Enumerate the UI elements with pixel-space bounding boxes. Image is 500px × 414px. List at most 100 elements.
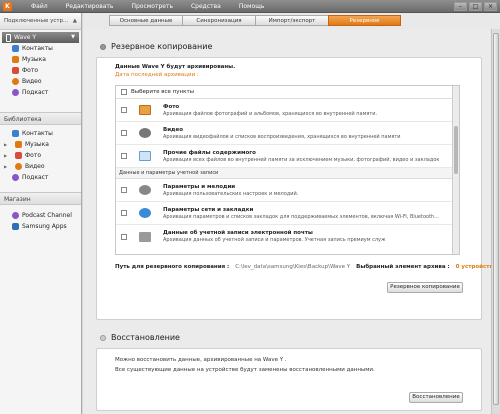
sidebar-item-device-music[interactable]: Музыка	[0, 54, 81, 65]
item-title: Данные об учетной записи электронной поч…	[163, 230, 313, 236]
window-controls: – □ ×	[454, 2, 497, 11]
main-scrollbar-thumb[interactable]	[493, 33, 499, 405]
item-title: Параметры и мелодии	[163, 183, 236, 190]
item-description: Архивация параметров и списков закладок …	[163, 213, 439, 220]
selected-label: Выбранный элемент архива :	[356, 264, 450, 270]
backup-button[interactable]: Резервное копирование	[387, 282, 463, 293]
chevron-down-icon[interactable]: ▼	[71, 32, 75, 43]
item-checkbox[interactable]	[121, 130, 127, 136]
expand-arrow-icon[interactable]: ▶	[4, 153, 10, 158]
sidebar-item-library-music[interactable]: ▶ Музыка	[0, 139, 81, 150]
sidebar-item-device-photo[interactable]: Фото	[0, 65, 81, 76]
item-title: Фото	[163, 103, 180, 110]
podcast-icon	[12, 174, 19, 181]
path-label: Путь для резервного копирования :	[115, 264, 230, 270]
item-title: Параметры сети и закладки	[163, 206, 254, 213]
restore-info-line1: Можно восстановить данные, архивированны…	[115, 357, 287, 363]
menu-view[interactable]: Просмотреть	[122, 0, 182, 13]
sidebar-item-label: Контакты	[22, 130, 53, 137]
sidebar-item-label: Podcast Channel	[22, 212, 72, 219]
sidebar-item-label: Фото	[22, 67, 39, 74]
backup-item-list: Выберите все пункты Фото Архивация файлов…	[115, 85, 460, 255]
close-icon[interactable]: ×	[484, 2, 497, 11]
sidebar-item-library-podcast[interactable]: Подкаст	[0, 172, 81, 183]
kies-logo-icon: K	[3, 2, 12, 11]
item-description: Архивация видеофайлов и списков воспроиз…	[163, 133, 401, 140]
tab-import-export[interactable]: Импорт/экспорт	[255, 15, 328, 26]
item-checkbox[interactable]	[121, 233, 127, 240]
music-icon	[12, 56, 19, 63]
list-item[interactable]: Параметры сети и закладки Архивация парам…	[116, 202, 459, 225]
phone-icon	[6, 33, 11, 42]
item-checkbox[interactable]	[121, 107, 127, 113]
item-checkbox[interactable]	[121, 210, 127, 216]
podcast-icon	[12, 89, 19, 96]
menu-help[interactable]: Помощь	[230, 0, 274, 13]
sidebar-item-device-podcast[interactable]: Подкаст	[0, 87, 81, 98]
item-description: Архивация всех файлов во внутренней памя…	[163, 156, 440, 163]
select-all-row[interactable]: Выберите все пункты	[116, 86, 459, 99]
samsung-apps-icon	[12, 223, 19, 230]
music-icon	[15, 141, 22, 148]
sidebar-item-label: Samsung Apps	[22, 223, 67, 230]
tab-basic-info[interactable]: Основные данные	[109, 15, 182, 26]
devices-header[interactable]: Подключенные устр... ▲	[0, 13, 81, 30]
menu-edit[interactable]: Редактировать	[57, 0, 123, 13]
content-area: Резервное копирование Данные Wave Y буду…	[83, 29, 497, 414]
expand-arrow-icon[interactable]: ▶	[4, 142, 10, 147]
sidebar-item-samsung-apps[interactable]: Samsung Apps	[0, 221, 81, 232]
sidebar-item-library-photo[interactable]: ▶ Фото	[0, 150, 81, 161]
list-scrollbar[interactable]	[452, 86, 459, 254]
sidebar-item-label: Подкаст	[22, 89, 49, 96]
list-item[interactable]: Фото Архивация файлов фотографий и альбом…	[116, 99, 459, 122]
main-scrollbar[interactable]	[491, 29, 500, 414]
main-area: Основные данные Синхронизация Импорт/экс…	[83, 13, 500, 414]
sidebar-item-label: Видео	[25, 163, 45, 170]
sidebar-item-label: Видео	[22, 78, 42, 85]
expand-arrow-icon[interactable]: ▶	[4, 164, 10, 169]
item-checkbox[interactable]	[121, 187, 127, 193]
minimize-icon[interactable]: –	[454, 2, 467, 11]
tab-backup-restore[interactable]: Резервное копирование/восс	[328, 15, 401, 34]
item-checkbox[interactable]	[121, 153, 127, 159]
sidebar-item-library-video[interactable]: ▶ Видео	[0, 161, 81, 172]
select-all-label: Выберите все пункты	[131, 89, 195, 95]
sidebar-item-label: Фото	[25, 152, 42, 159]
backup-section-title: Резервное копирование	[100, 42, 212, 51]
maximize-icon[interactable]: □	[469, 2, 482, 11]
network-globe-icon	[139, 208, 151, 218]
sidebar-item-label: Музыка	[25, 141, 49, 148]
photo-icon	[15, 152, 22, 159]
collapse-arrow-icon[interactable]: ▲	[73, 13, 77, 30]
list-item[interactable]: Данные об учетной записи электронной поч…	[116, 225, 459, 248]
backup-title-label: Резервное копирование	[111, 42, 213, 51]
list-item[interactable]: Прочие файлы содержимого Архивация всех ф…	[116, 145, 459, 168]
group-label: Данные и параметры учетной записи	[116, 168, 459, 179]
sidebar-item-device-video[interactable]: Видео	[0, 76, 81, 87]
list-scrollbar-thumb[interactable]	[454, 126, 458, 174]
menu-file[interactable]: Файл	[22, 0, 57, 13]
restore-button[interactable]: Восстановление	[409, 392, 463, 403]
list-item[interactable]: Видео Архивация видеофайлов и списков вос…	[116, 122, 459, 145]
item-description: Архивация файлов фотографий и альбомов, …	[163, 110, 378, 117]
menu-tools[interactable]: Средства	[182, 0, 230, 13]
sidebar-item-library-contacts[interactable]: Контакты	[0, 128, 81, 139]
menu-bar: Файл Редактировать Просмотреть Средства …	[22, 0, 273, 13]
title-bar: K Файл Редактировать Просмотреть Средств…	[0, 0, 500, 13]
library-header: Библиотека	[0, 112, 81, 125]
restore-info-line2: Все существующие данные на устройстве бу…	[115, 367, 375, 373]
sidebar-item-label: Музыка	[22, 56, 46, 63]
list-item[interactable]: Параметры и мелодии Архивация пользовател…	[116, 179, 459, 202]
sidebar-item-device-contacts[interactable]: Контакты	[0, 43, 81, 54]
tab-bar: Основные данные Синхронизация Импорт/экс…	[109, 15, 401, 34]
will-archive-text: Данные Wave Y будут архивированы.	[115, 64, 236, 70]
sidebar-item-podcast-channel[interactable]: Podcast Channel	[0, 210, 81, 221]
device-item[interactable]: Wave Y ▼	[2, 32, 79, 43]
path-value[interactable]: C:\lev_data\samsung\Kies\Backup\Wave Y	[235, 264, 350, 270]
item-title: Видео	[163, 126, 183, 133]
item-description: Архивация пользовательских настроек и ме…	[163, 190, 299, 197]
tab-sync[interactable]: Синхронизация	[182, 15, 255, 26]
backup-path-line: Путь для резервного копирования : C:\lev…	[115, 264, 497, 270]
sidebar: Подключенные устр... ▲ Wave Y ▼ Контакты…	[0, 13, 82, 414]
select-all-checkbox[interactable]	[121, 89, 127, 95]
